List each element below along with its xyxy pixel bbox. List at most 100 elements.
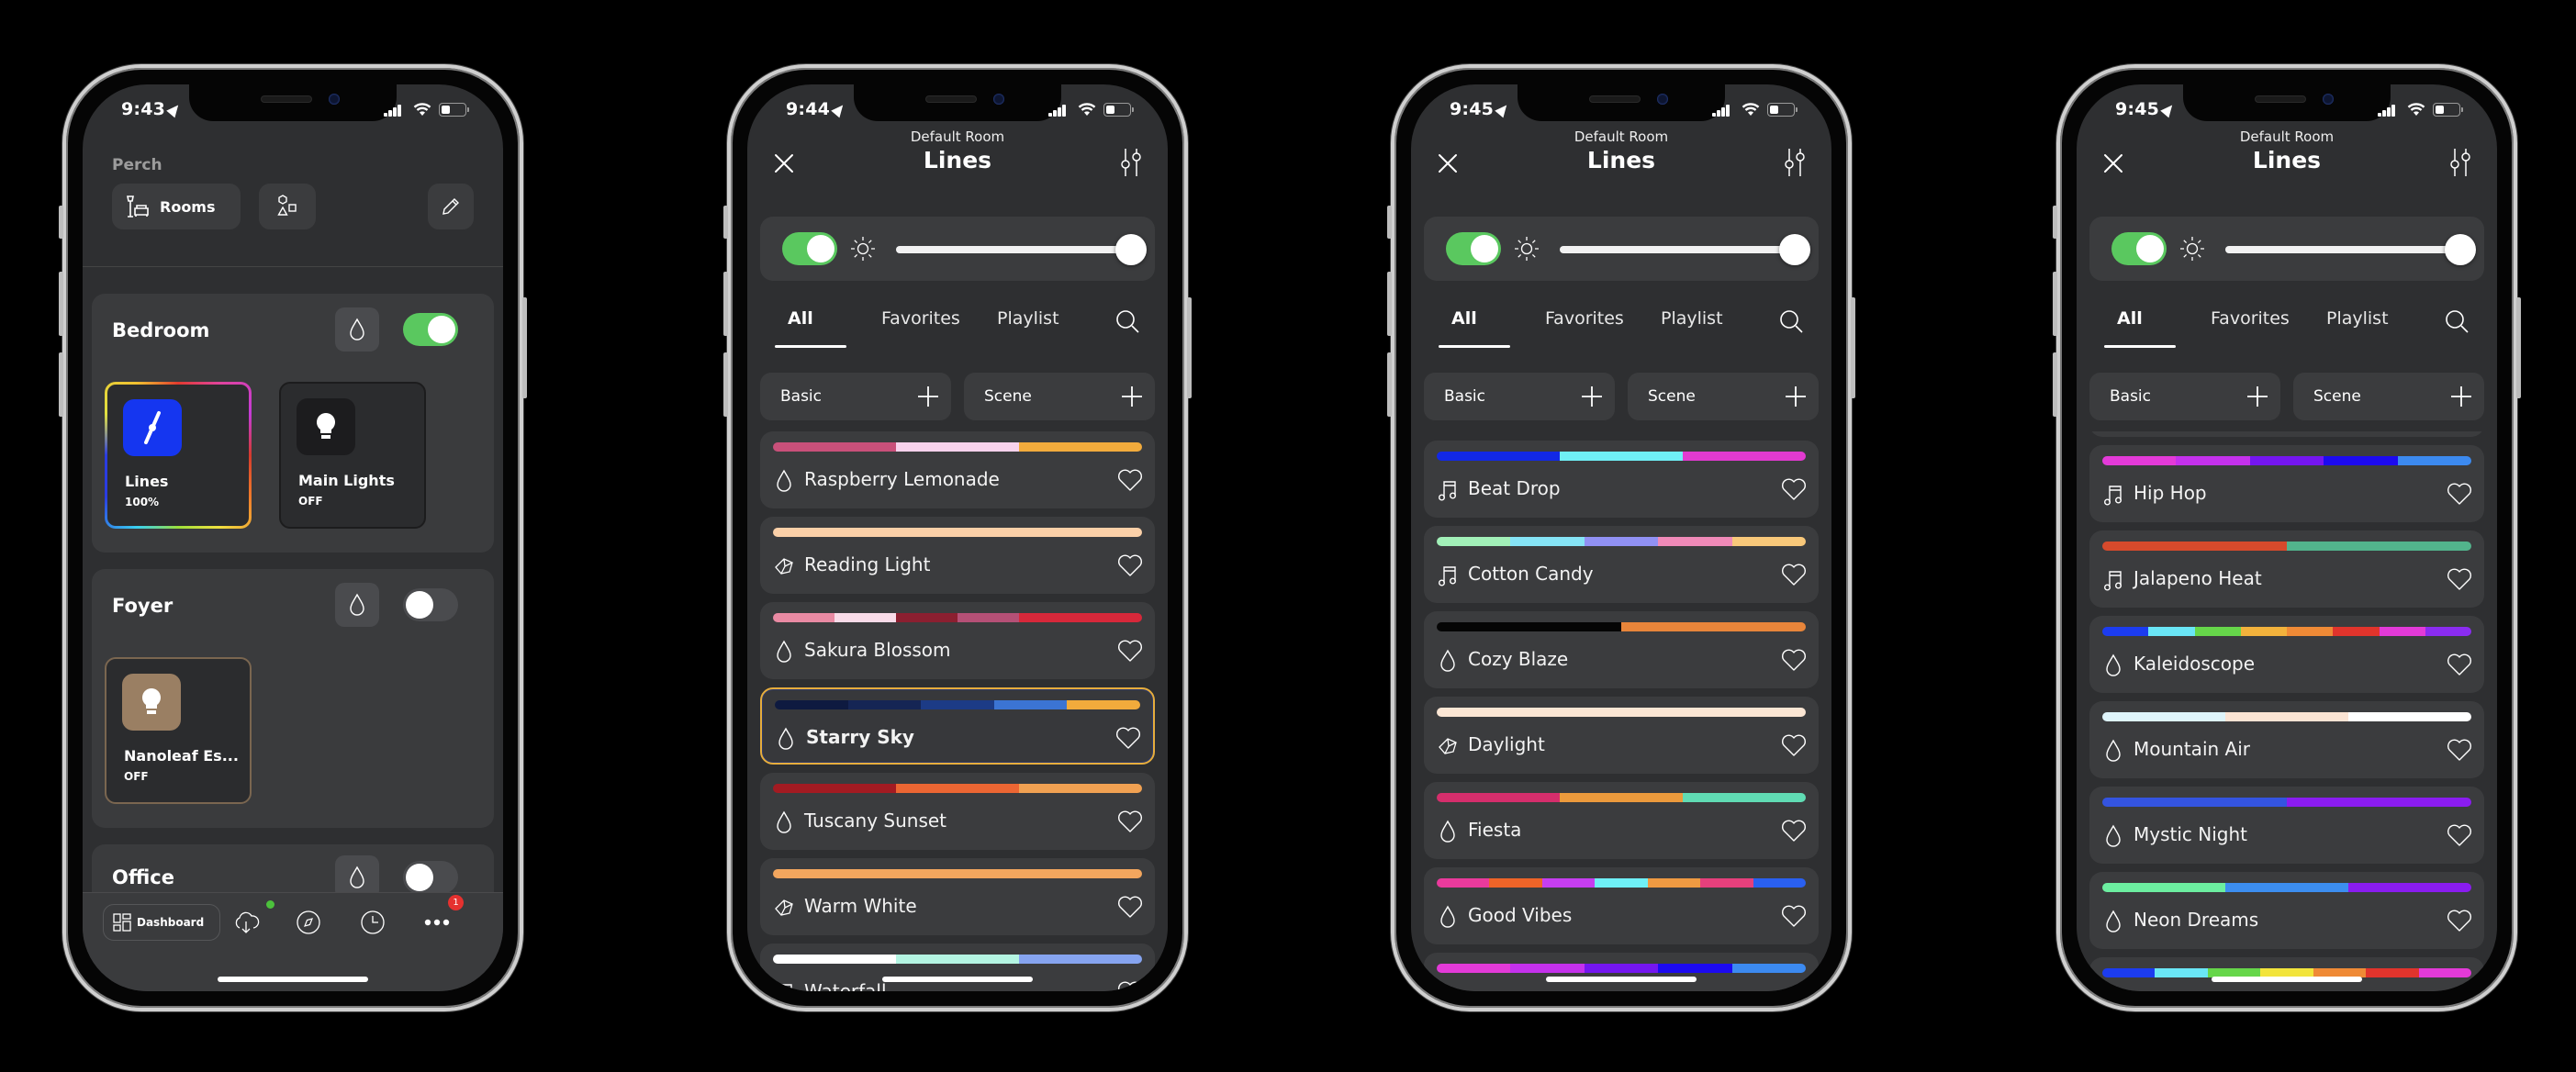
heart-icon[interactable] [1780, 988, 1808, 991]
heart-icon[interactable] [1780, 561, 1808, 588]
search-icon[interactable] [2444, 308, 2470, 334]
effect-item[interactable]: Good Vibes [2089, 431, 2484, 437]
heart-icon[interactable] [1780, 902, 1808, 930]
palette-swatch [1683, 793, 1806, 802]
brightness-slider[interactable] [1560, 234, 1810, 265]
palette-swatch [993, 700, 1068, 709]
effect-item[interactable]: Mystic Night [2089, 787, 2484, 864]
heart-icon[interactable] [2446, 565, 2473, 593]
shapes-button[interactable] [259, 184, 316, 229]
tab-cloud[interactable] [230, 906, 263, 939]
power-toggle[interactable] [782, 232, 837, 265]
effect-item[interactable]: Jalapeno Heat [2089, 530, 2484, 608]
effect-item[interactable]: Reading Light [760, 517, 1155, 594]
brightness-slider-handle[interactable] [1779, 234, 1810, 265]
device-tile-lines[interactable]: Lines 100% [105, 382, 252, 529]
heart-icon[interactable] [1116, 466, 1144, 494]
heart-icon[interactable] [1780, 646, 1808, 674]
heart-icon[interactable] [2446, 651, 2473, 678]
tab-discover[interactable] [292, 906, 325, 939]
effect-item[interactable]: Raspberry Lemonade [760, 431, 1155, 508]
effect-item[interactable]: Kaleidoscope [2089, 616, 2484, 693]
effect-item[interactable]: Neon Dreams [2089, 872, 2484, 949]
effect-item[interactable]: Warm White [760, 858, 1155, 935]
device-tile-main-lights[interactable]: Main Lights OFF [279, 382, 426, 529]
palette-swatch [1584, 964, 1659, 973]
tab-playlist[interactable]: Playlist [1661, 308, 1723, 329]
heart-icon[interactable] [2446, 480, 2473, 508]
heart-icon[interactable] [2446, 736, 2473, 764]
heart-icon[interactable] [1780, 475, 1808, 503]
room-effects-button[interactable] [335, 307, 379, 352]
add-basic-button[interactable]: Basic [2089, 373, 2280, 420]
tab-playlist[interactable]: Playlist [997, 308, 1059, 329]
brightness-slider-handle[interactable] [1115, 234, 1147, 265]
effect-item[interactable]: Mountain Air [2089, 701, 2484, 778]
settings-sliders-icon[interactable] [1780, 147, 1809, 176]
room-power-toggle[interactable] [403, 588, 458, 621]
palette-swatch [896, 442, 1019, 452]
effect-item[interactable]: Daylight [1424, 697, 1819, 774]
effect-item[interactable]: Beat Drop [1424, 441, 1819, 518]
effect-item[interactable]: Hip Hop [1424, 953, 1819, 991]
device-tile-nanoleaf-essentials[interactable]: Nanoleaf Es... OFF [105, 657, 252, 804]
effect-item[interactable]: Sakura Blossom [760, 602, 1155, 679]
rooms-button[interactable]: Rooms [112, 184, 241, 229]
add-scene-button[interactable]: Scene [2293, 373, 2484, 420]
effect-item[interactable]: Starry Sky [760, 687, 1155, 765]
heart-icon[interactable] [1114, 724, 1142, 752]
heart-icon[interactable] [1116, 893, 1144, 921]
palette-swatch [2348, 712, 2471, 721]
add-scene-button[interactable]: Scene [964, 373, 1155, 420]
add-basic-button[interactable]: Basic [760, 373, 951, 420]
tab-all[interactable]: All [1451, 308, 1477, 329]
effect-item[interactable]: Waterfall [760, 944, 1155, 991]
effect-item[interactable]: Cozy Blaze [1424, 611, 1819, 688]
tab-dashboard[interactable]: Dashboard [103, 904, 220, 941]
effect-tabs: All Favorites Playlist [1424, 303, 1819, 349]
edit-button[interactable] [428, 184, 474, 229]
power-toggle[interactable] [2111, 232, 2167, 265]
effect-item[interactable]: Tuscany Sunset [760, 773, 1155, 850]
effect-palette [1437, 708, 1806, 717]
effect-item[interactable]: Northern Lights [2089, 957, 2484, 991]
heart-icon[interactable] [1116, 637, 1144, 664]
room-power-toggle[interactable] [403, 313, 458, 346]
effect-item[interactable]: Fiesta [1424, 782, 1819, 859]
tab-more[interactable] [420, 906, 454, 939]
search-icon[interactable] [1114, 308, 1140, 334]
tab-favorites[interactable]: Favorites [881, 308, 960, 329]
power-toggle[interactable] [1446, 232, 1501, 265]
effect-item[interactable]: Cotton Candy [1424, 526, 1819, 603]
heart-icon[interactable] [1780, 817, 1808, 844]
palette-swatch [1560, 452, 1683, 461]
add-basic-button[interactable]: Basic [1424, 373, 1615, 420]
tab-all[interactable]: All [788, 308, 813, 329]
add-scene-button[interactable]: Scene [1628, 373, 1819, 420]
palette-swatch [2102, 968, 2156, 977]
tab-favorites[interactable]: Favorites [2211, 308, 2290, 329]
effect-name: Daylight [1468, 733, 1545, 755]
tab-favorites[interactable]: Favorites [1545, 308, 1624, 329]
search-icon[interactable] [1778, 308, 1804, 334]
effect-item[interactable]: Good Vibes [1424, 867, 1819, 944]
heart-icon[interactable] [2446, 821, 2473, 849]
tab-schedules[interactable] [356, 906, 389, 939]
room-power-toggle[interactable] [403, 861, 458, 894]
tab-all[interactable]: All [2117, 308, 2143, 329]
effect-name: Tuscany Sunset [804, 810, 947, 832]
room-effects-button[interactable] [335, 583, 379, 627]
tab-playlist[interactable]: Playlist [2326, 308, 2389, 329]
brightness-slider[interactable] [2225, 234, 2476, 265]
effect-item[interactable]: Hip Hop [2089, 445, 2484, 522]
heart-icon[interactable] [1780, 731, 1808, 759]
heart-icon[interactable] [2446, 907, 2473, 934]
brightness-slider[interactable] [896, 234, 1147, 265]
settings-sliders-icon[interactable] [1116, 147, 1146, 176]
heart-icon[interactable] [1116, 978, 1144, 991]
settings-sliders-icon[interactable] [2446, 147, 2475, 176]
brightness-slider-handle[interactable] [2445, 234, 2476, 265]
battery-icon [1767, 103, 1798, 117]
heart-icon[interactable] [1116, 552, 1144, 579]
heart-icon[interactable] [1116, 808, 1144, 835]
